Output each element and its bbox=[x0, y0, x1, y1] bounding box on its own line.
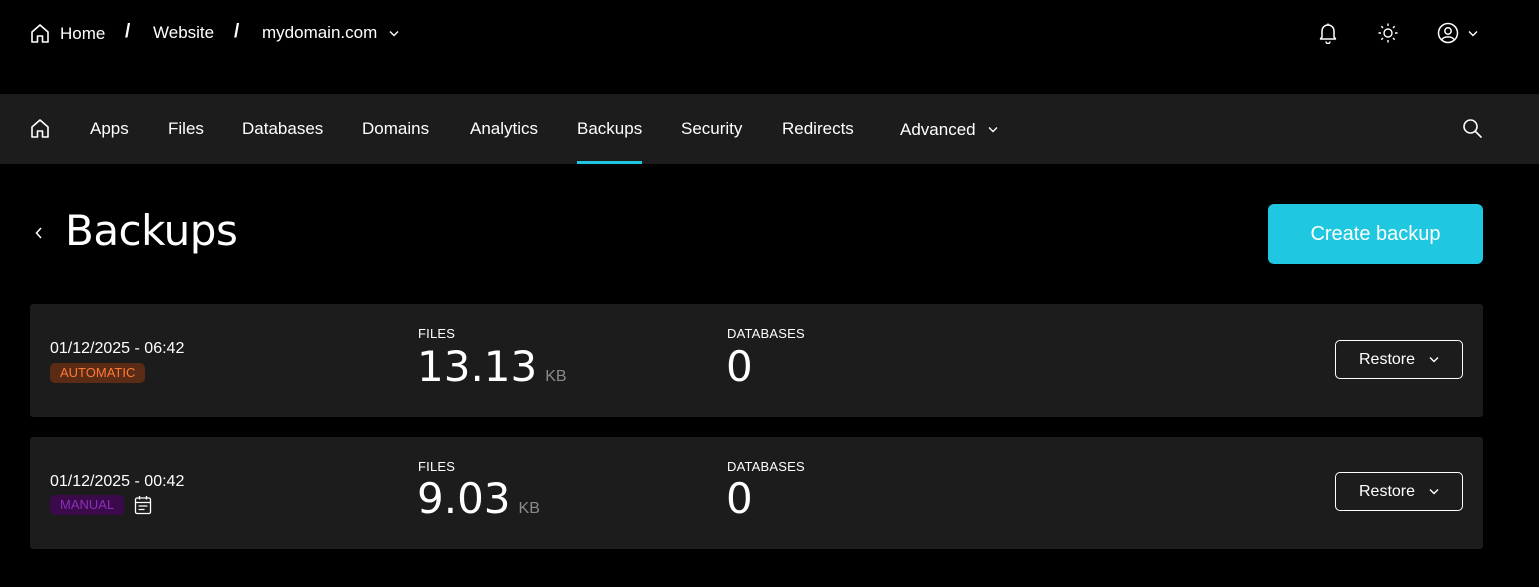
create-backup-button[interactable]: Create backup bbox=[1268, 204, 1483, 264]
files-size-value: 13.13 bbox=[417, 342, 538, 391]
chevron-down-icon bbox=[1468, 30, 1478, 36]
backup-card: 01/12/2025 - 00:42 MANUAL FILES 9.03 KB D… bbox=[30, 437, 1483, 549]
files-size: 13.13 KB bbox=[417, 342, 567, 391]
chevron-down-icon bbox=[1429, 357, 1439, 363]
files-size: 9.03 KB bbox=[417, 474, 540, 523]
main-navigation: Apps Files Databases Domains Analytics B… bbox=[0, 94, 1539, 164]
home-icon bbox=[31, 24, 49, 43]
restore-button[interactable]: Restore bbox=[1335, 340, 1463, 379]
bell-icon bbox=[1319, 23, 1337, 45]
account-icon bbox=[1437, 22, 1459, 44]
notifications-button[interactable] bbox=[1318, 22, 1338, 49]
nav-home-button[interactable] bbox=[30, 118, 50, 144]
breadcrumb-home-label: Home bbox=[60, 23, 106, 43]
calendar-icon bbox=[134, 496, 152, 515]
top-bar: Home / Website / mydomain.com bbox=[0, 0, 1539, 94]
backup-type-badge: AUTOMATIC bbox=[50, 363, 146, 383]
files-size-unit: KB bbox=[545, 368, 567, 385]
chevron-down-icon bbox=[988, 126, 998, 132]
breadcrumb-separator: / bbox=[125, 21, 131, 42]
nav-item-analytics[interactable]: Analytics bbox=[470, 94, 538, 164]
nav-item-apps[interactable]: Apps bbox=[90, 94, 129, 164]
nav-item-domains[interactable]: Domains bbox=[362, 94, 429, 164]
nav-item-files[interactable]: Files bbox=[168, 94, 204, 164]
files-size-value: 9.03 bbox=[417, 474, 511, 523]
backup-card: 01/12/2025 - 06:42 AUTOMATIC FILES 13.13… bbox=[30, 304, 1483, 417]
backup-type-badge: MANUAL bbox=[50, 495, 125, 515]
databases-count: 0 bbox=[726, 342, 753, 391]
databases-label: DATABASES bbox=[727, 459, 805, 474]
chevron-left-icon bbox=[35, 227, 42, 239]
theme-toggle-button[interactable] bbox=[1377, 22, 1399, 49]
nav-item-backups[interactable]: Backups bbox=[577, 94, 643, 164]
restore-button[interactable]: Restore bbox=[1335, 472, 1463, 511]
nav-item-databases[interactable]: Databases bbox=[242, 94, 323, 164]
databases-count: 0 bbox=[726, 474, 753, 523]
files-label: FILES bbox=[418, 459, 456, 474]
page-title: Backups bbox=[65, 206, 238, 255]
backup-date: 01/12/2025 - 00:42 bbox=[50, 473, 185, 490]
breadcrumb-website[interactable]: Website bbox=[153, 23, 214, 43]
breadcrumb-domain-dropdown[interactable]: mydomain.com bbox=[262, 23, 399, 43]
search-button[interactable] bbox=[1462, 118, 1483, 144]
restore-button-label: Restore bbox=[1358, 350, 1416, 368]
chevron-down-icon bbox=[389, 30, 399, 36]
nav-item-advanced-label: Advanced bbox=[900, 119, 976, 139]
breadcrumb-separator: / bbox=[234, 21, 240, 42]
nav-item-security[interactable]: Security bbox=[681, 94, 742, 164]
back-button[interactable] bbox=[34, 226, 44, 245]
sun-icon bbox=[1378, 23, 1398, 43]
databases-label: DATABASES bbox=[727, 326, 805, 341]
breadcrumb-domain-label: mydomain.com bbox=[262, 23, 378, 42]
search-icon bbox=[1463, 119, 1483, 139]
restore-button-label: Restore bbox=[1358, 482, 1416, 500]
account-menu-button[interactable] bbox=[1437, 22, 1478, 44]
home-icon bbox=[31, 119, 49, 138]
nav-item-advanced[interactable]: Advanced bbox=[900, 94, 998, 164]
breadcrumb-home[interactable]: Home bbox=[30, 23, 105, 44]
files-size-unit: KB bbox=[518, 500, 540, 517]
files-label: FILES bbox=[418, 326, 456, 341]
backup-date: 01/12/2025 - 06:42 bbox=[50, 340, 185, 357]
schedule-button[interactable] bbox=[134, 495, 152, 520]
chevron-down-icon bbox=[1429, 489, 1439, 495]
nav-item-redirects[interactable]: Redirects bbox=[782, 94, 854, 164]
